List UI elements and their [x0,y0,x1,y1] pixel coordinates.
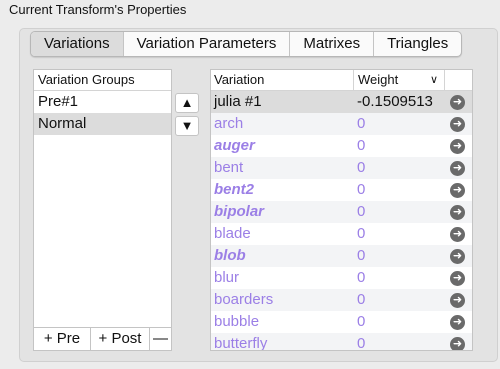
table-row[interactable]: blur 0 ➜ [211,267,472,289]
row-action-cell: ➜ [443,333,472,350]
move-up-button[interactable]: ▲ [175,93,199,113]
row-action-cell: ➜ [443,267,472,289]
tab-bar: Variations Variation Parameters Matrixes… [30,31,463,57]
variation-name: bubble [214,313,260,330]
row-action-cell: ➜ [443,311,472,333]
variations-rows: julia #1 -0.1509513 ➜ arch 0 ➜ auger 0 ➜ bent 0 ➜ be… [211,91,472,351]
variation-weight[interactable]: 0 [353,179,443,201]
variation-name: arch [214,115,244,132]
variation-name: bent2 [214,181,255,198]
variations-table: Variation Weight ∨ julia #1 -0.1509513 ➜ ar… [210,69,473,351]
arrow-right-circle-icon[interactable]: ➜ [450,204,465,220]
row-action-cell: ➜ [443,113,472,135]
variation-weight[interactable]: 0 [353,157,443,179]
panel-title: Current Transform's Properties [9,2,187,17]
row-action-cell: ➜ [443,179,472,201]
arrow-right-circle-icon[interactable]: ➜ [450,116,465,132]
arrow-right-circle-icon[interactable]: ➜ [450,292,465,308]
variations-table-header: Variation Weight ∨ [211,70,472,91]
triangle-up-icon: ▲ [180,95,194,110]
variation-weight[interactable]: 0 [353,201,443,223]
arrow-right-circle-icon[interactable]: ➜ [450,270,465,286]
row-action-cell: ➜ [443,91,472,113]
variation-weight[interactable]: -0.1509513 [353,91,443,113]
variation-weight[interactable]: 0 [353,223,443,245]
row-action-cell: ➜ [443,157,472,179]
tab-triangles[interactable]: Triangles [374,32,461,56]
row-action-cell: ➜ [443,223,472,245]
table-row[interactable]: blob 0 ➜ [211,245,472,267]
table-row[interactable]: arch 0 ➜ [211,113,472,135]
move-down-button[interactable]: ▼ [175,116,199,136]
column-header-variation[interactable]: Variation [211,70,354,90]
arrow-right-circle-icon[interactable]: ➜ [450,336,465,350]
tab-matrixes[interactable]: Matrixes [290,32,375,56]
variation-weight[interactable]: 0 [353,289,443,311]
panel-title-bar: Current Transform's Properties [0,0,500,19]
table-row[interactable]: bent 0 ➜ [211,157,472,179]
triangle-down-icon: ▼ [180,118,194,133]
variation-groups-footer: + Pre + Post — [34,327,171,350]
variation-name: blob [214,247,246,264]
variation-name: butterfly [214,335,268,351]
table-row[interactable]: auger 0 ➜ [211,135,472,157]
table-row[interactable]: bubble 0 ➜ [211,311,472,333]
table-row[interactable]: boarders 0 ➜ [211,289,472,311]
tab-variations[interactable]: Variations [31,32,124,56]
arrow-right-circle-icon[interactable]: ➜ [450,160,465,176]
list-item[interactable]: Normal [34,113,171,135]
table-row[interactable]: butterfly 0 ➜ [211,333,472,351]
variation-name: bent [214,159,244,176]
list-item[interactable]: Pre#1 [34,91,171,113]
arrow-right-circle-icon[interactable]: ➜ [450,182,465,198]
arrow-right-circle-icon[interactable]: ➜ [450,226,465,242]
variation-groups-list: Variation Groups Pre#1 Normal + Pre + Po… [33,69,172,351]
table-row[interactable]: blade 0 ➜ [211,223,472,245]
variation-name: blade [214,225,251,242]
table-row[interactable]: julia #1 -0.1509513 ➜ [211,91,472,113]
arrow-right-circle-icon[interactable]: ➜ [450,138,465,154]
table-row[interactable]: bent2 0 ➜ [211,179,472,201]
variation-name: bipolar [214,203,265,220]
variation-name: boarders [214,291,274,308]
arrow-right-circle-icon[interactable]: ➜ [450,94,465,110]
variation-weight[interactable]: 0 [353,245,443,267]
variation-weight[interactable]: 0 [353,267,443,289]
chevron-down-icon: ∨ [429,74,438,86]
row-action-cell: ➜ [443,201,472,223]
add-pre-button[interactable]: + Pre [34,328,91,350]
variation-name: auger [214,137,255,154]
column-header-weight-label: Weight [358,72,399,87]
variation-weight[interactable]: 0 [353,113,443,135]
arrow-right-circle-icon[interactable]: ➜ [450,314,465,330]
variation-weight[interactable]: 0 [353,311,443,333]
tab-variation-parameters[interactable]: Variation Parameters [124,32,291,56]
table-row[interactable]: bipolar 0 ➜ [211,201,472,223]
row-action-cell: ➜ [443,245,472,267]
row-action-cell: ➜ [443,135,472,157]
variation-weight[interactable]: 0 [353,135,443,157]
arrow-right-circle-icon[interactable]: ➜ [450,248,465,264]
add-post-button[interactable]: + Post [91,328,150,350]
remove-group-button[interactable]: — [150,328,171,350]
column-header-weight[interactable]: Weight ∨ [354,70,445,90]
variation-groups-header: Variation Groups [34,70,171,91]
variation-name: blur [214,269,240,286]
column-header-action [445,70,472,90]
variation-weight[interactable]: 0 [353,333,443,350]
variation-name: julia #1 [214,93,262,110]
row-action-cell: ➜ [443,289,472,311]
